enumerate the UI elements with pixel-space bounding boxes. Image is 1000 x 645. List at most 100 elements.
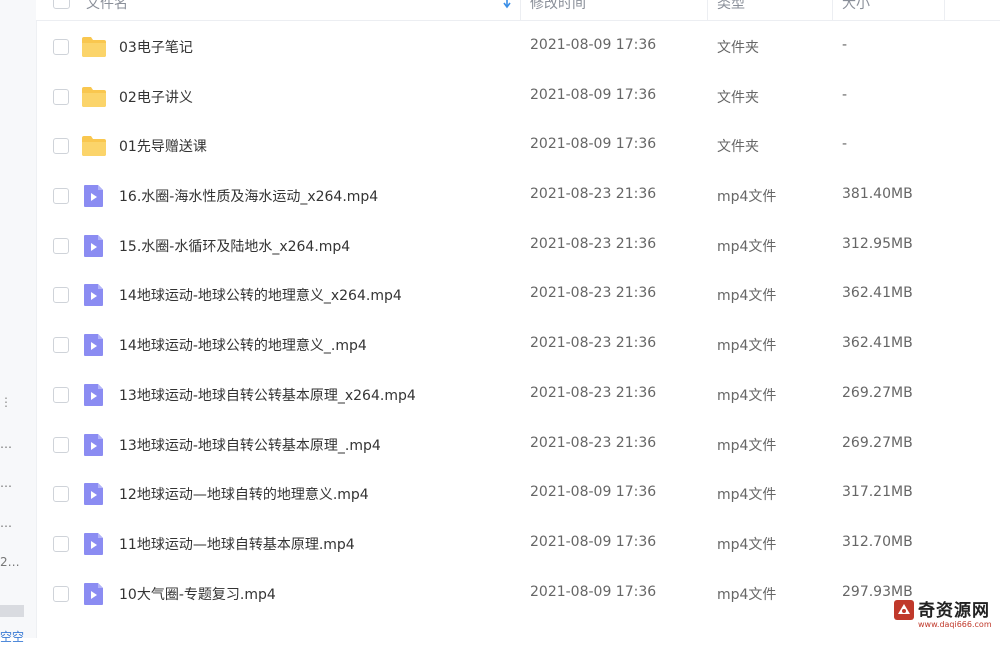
file-type: mp4文件 [717, 536, 777, 553]
sidebar-truncated-item[interactable]: … [0, 438, 12, 450]
file-modified-time: 2021-08-09 17:36 [530, 37, 657, 53]
file-type: mp4文件 [717, 487, 777, 504]
row-checkbox[interactable] [53, 337, 69, 354]
column-separator[interactable] [944, 0, 945, 20]
row-checkbox[interactable] [53, 188, 69, 205]
video-file-icon [81, 383, 107, 407]
file-type: mp4文件 [717, 586, 777, 603]
file-name[interactable]: 10大气圈-专题复习.mp4 [119, 584, 276, 604]
file-type: mp4文件 [717, 238, 777, 255]
folder-icon [81, 35, 107, 59]
row-checkbox[interactable] [53, 386, 69, 403]
file-type: 文件夹 [717, 89, 759, 106]
file-type: mp4文件 [717, 437, 777, 454]
column-header-date[interactable]: 修改时间 [530, 0, 586, 13]
file-size: 269.27MB [842, 384, 913, 401]
file-modified-time: 2021-08-09 17:36 [530, 583, 657, 600]
file-name[interactable]: 02电子讲义 [119, 87, 193, 107]
column-header-type[interactable]: 类型 [717, 0, 745, 13]
file-row[interactable]: 03电子笔记 2021-08-09 17:36 文件夹 - [36, 22, 1000, 72]
file-row[interactable]: 16.水圈-海水性质及海水运动_x264.mp4 2021-08-23 21:3… [36, 171, 1000, 221]
row-checkbox[interactable] [53, 486, 69, 503]
file-name[interactable]: 01先导赠送课 [119, 136, 207, 156]
sort-arrow-down-icon[interactable] [502, 0, 512, 10]
select-all-checkbox[interactable] [53, 0, 70, 9]
file-modified-time: 2021-08-09 17:36 [530, 484, 657, 501]
file-size: 312.95MB [842, 235, 913, 252]
column-separator[interactable] [832, 0, 833, 20]
file-size: 362.41MB [842, 335, 913, 352]
file-name[interactable]: 16.水圈-海水性质及海水运动_x264.mp4 [119, 186, 378, 206]
file-row[interactable]: 12地球运动—地球自转的地理意义.mp4 2021-08-09 17:36 mp… [36, 469, 1000, 519]
file-row[interactable]: 15.水圈-水循环及陆地水_x264.mp4 2021-08-23 21:36 … [36, 221, 1000, 271]
file-type: mp4文件 [717, 387, 777, 404]
file-row[interactable]: 13地球运动-地球自转公转基本原理_x264.mp4 2021-08-23 21… [36, 370, 1000, 420]
file-type: mp4文件 [717, 288, 777, 305]
video-file-icon [81, 333, 107, 357]
column-header-size[interactable]: 大小 [842, 0, 870, 13]
watermark-text: 奇资源网 [918, 601, 990, 621]
file-modified-time: 2021-08-23 21:36 [530, 335, 657, 352]
file-size: - [842, 86, 848, 103]
video-file-icon [81, 482, 107, 506]
file-name[interactable]: 14地球运动-地球公转的地理意义_.mp4 [119, 335, 367, 355]
file-size: 317.21MB [842, 484, 913, 501]
row-checkbox[interactable] [53, 39, 69, 55]
video-file-icon [81, 582, 107, 606]
video-file-icon [81, 433, 107, 457]
row-checkbox[interactable] [53, 287, 69, 304]
sidebar-bottom-link[interactable]: 空空 [0, 628, 24, 645]
row-checkbox[interactable] [53, 436, 69, 453]
file-list-header: 文件名 修改时间 类型 大小 [36, 0, 1000, 21]
sidebar-truncated-item[interactable]: 2… [0, 556, 20, 568]
sidebar-progress-block [0, 605, 24, 617]
file-name[interactable]: 13地球运动-地球自转公转基本原理_x264.mp4 [119, 385, 416, 405]
file-modified-time: 2021-08-09 17:36 [530, 136, 657, 153]
sidebar-more-icon[interactable]: ⋮ [0, 396, 12, 408]
file-name[interactable]: 03电子笔记 [119, 37, 193, 57]
video-file-icon [81, 234, 107, 258]
file-list: 03电子笔记 2021-08-09 17:36 文件夹 - 02电子讲义 202… [36, 22, 1000, 618]
sidebar-truncated-item[interactable]: … [0, 477, 12, 489]
file-name[interactable]: 15.水圈-水循环及陆地水_x264.mp4 [119, 236, 350, 256]
file-size: 269.27MB [842, 434, 913, 451]
file-row[interactable]: 13地球运动-地球自转公转基本原理_.mp4 2021-08-23 21:36 … [36, 420, 1000, 470]
column-separator[interactable] [707, 0, 708, 20]
file-size: 362.41MB [842, 285, 913, 302]
folder-icon [81, 85, 107, 109]
file-row[interactable]: 11地球运动—地球自转基本原理.mp4 2021-08-09 17:36 mp4… [36, 519, 1000, 569]
file-size: 312.70MB [842, 533, 913, 550]
file-name[interactable]: 14地球运动-地球公转的地理意义_x264.mp4 [119, 285, 402, 305]
file-row[interactable]: 02电子讲义 2021-08-09 17:36 文件夹 - [36, 72, 1000, 122]
file-row[interactable]: 14地球运动-地球公转的地理意义_x264.mp4 2021-08-23 21:… [36, 270, 1000, 320]
file-modified-time: 2021-08-09 17:36 [530, 533, 657, 550]
folder-icon [81, 134, 107, 158]
sidebar-truncated-item[interactable]: … [0, 517, 12, 529]
row-checkbox[interactable] [53, 237, 69, 254]
file-row[interactable]: 14地球运动-地球公转的地理意义_.mp4 2021-08-23 21:36 m… [36, 320, 1000, 370]
watermark-logo-icon [894, 600, 914, 620]
file-modified-time: 2021-08-23 21:36 [530, 235, 657, 252]
row-checkbox[interactable] [53, 88, 69, 105]
file-row[interactable]: 10大气圈-专题复习.mp4 2021-08-09 17:36 mp4文件 29… [36, 569, 1000, 619]
file-type: 文件夹 [717, 40, 759, 56]
row-checkbox[interactable] [53, 535, 69, 552]
watermark: 奇资源网 www.daqi666.com [888, 596, 1000, 638]
column-header-name[interactable]: 文件名 [86, 0, 128, 13]
file-name[interactable]: 11地球运动—地球自转基本原理.mp4 [119, 534, 355, 554]
file-name[interactable]: 13地球运动-地球自转公转基本原理_.mp4 [119, 435, 381, 455]
row-checkbox[interactable] [53, 585, 69, 602]
file-name[interactable]: 12地球运动—地球自转的地理意义.mp4 [119, 484, 369, 504]
video-file-icon [81, 283, 107, 307]
video-file-icon [81, 184, 107, 208]
file-modified-time: 2021-08-23 21:36 [530, 285, 657, 302]
file-size: 381.40MB [842, 186, 913, 203]
row-checkbox[interactable] [53, 138, 69, 155]
file-modified-time: 2021-08-23 21:36 [530, 434, 657, 451]
watermark-url: www.daqi666.com [918, 620, 992, 629]
file-size: - [842, 37, 848, 53]
file-row[interactable]: 01先导赠送课 2021-08-09 17:36 文件夹 - [36, 121, 1000, 171]
video-file-icon [81, 532, 107, 556]
file-modified-time: 2021-08-09 17:36 [530, 86, 657, 103]
column-separator[interactable] [520, 0, 521, 20]
